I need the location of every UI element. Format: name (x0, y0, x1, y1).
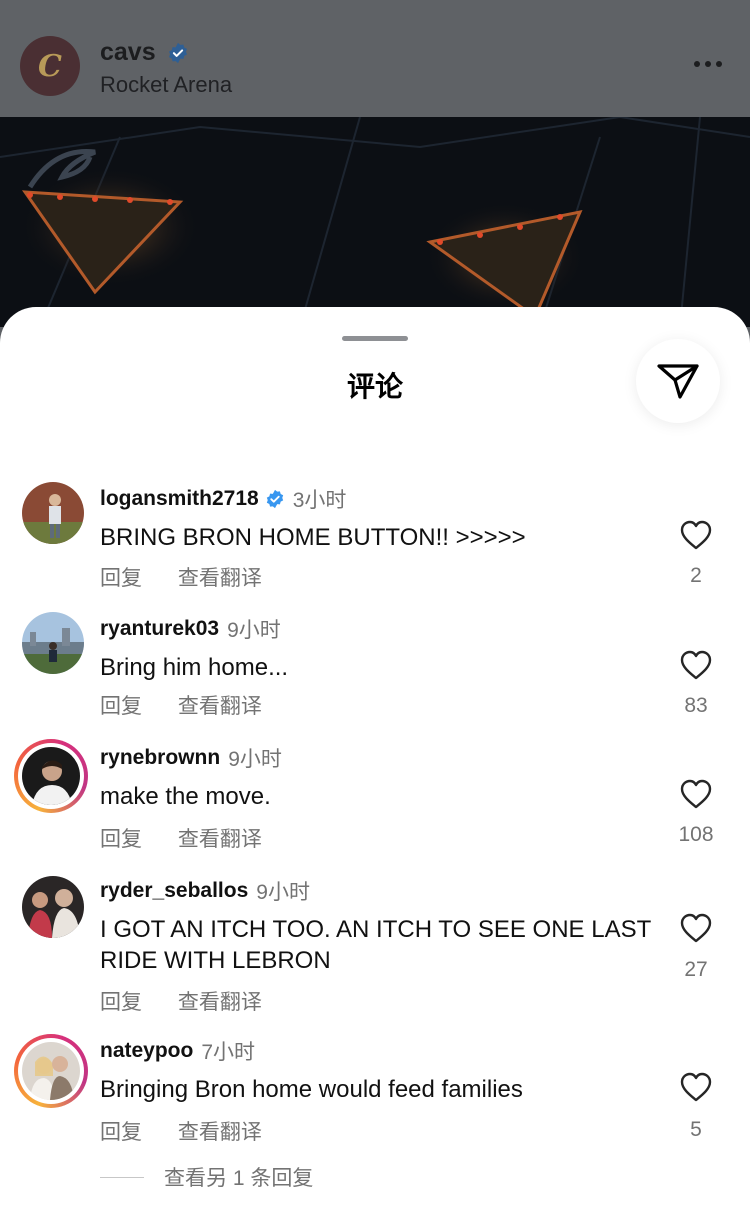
commenter-avatar[interactable] (22, 612, 84, 674)
verified-badge-icon (266, 489, 283, 509)
account-avatar[interactable]: C (20, 36, 80, 96)
translate-button[interactable]: 查看翻译 (178, 1121, 262, 1144)
comment-actions: 回复 查看翻译 (100, 690, 292, 720)
commenter-avatar-story-ring[interactable] (14, 739, 88, 813)
send-icon (657, 364, 699, 399)
comment-header: ryanturek03 9小时 (100, 614, 281, 644)
avatar-photo (22, 612, 84, 674)
post-header: C cavs Rocket Arena (0, 0, 750, 117)
avatar-photo (22, 482, 84, 544)
like-count: 83 (684, 694, 708, 717)
reply-button[interactable]: 回复 (100, 1121, 142, 1144)
comment-text: BRING BRON HOME BUTTON!! >>>>> (100, 524, 526, 551)
heart-icon[interactable] (680, 650, 712, 680)
commenter-avatar[interactable] (22, 876, 84, 938)
arena-image (0, 117, 750, 327)
comment-time: 3小时 (292, 489, 347, 512)
comment-actions: 回复 查看翻译 (100, 1116, 292, 1146)
like-count: 27 (684, 958, 708, 981)
view-more-replies-label: 查看另 1 条回复 (164, 1167, 314, 1190)
translate-button[interactable]: 查看翻译 (178, 567, 262, 590)
reply-button[interactable]: 回复 (100, 828, 142, 851)
comment-text: Bringing Bron home would feed families (100, 1076, 523, 1103)
post-location[interactable]: Rocket Arena (100, 72, 232, 98)
more-options-icon[interactable] (692, 52, 724, 76)
comment-text: Bring him home... (100, 654, 289, 681)
like-count: 2 (690, 564, 702, 587)
reply-button[interactable]: 回复 (100, 991, 142, 1014)
reply-button[interactable]: 回复 (100, 567, 142, 590)
comment-username[interactable]: nateypoo (100, 1039, 193, 1063)
avatar-photo (22, 747, 80, 805)
like-count: 5 (690, 1118, 702, 1141)
comment-actions: 回复 查看翻译 (100, 562, 292, 592)
comment-header: ryder_seballos 9小时 (100, 876, 310, 906)
comment-actions: 回复 查看翻译 (100, 986, 292, 1016)
comment-username[interactable]: logansmith2718 (100, 487, 259, 511)
comment-username[interactable]: ryanturek03 (100, 617, 219, 641)
comment-time: 7小时 (201, 1041, 256, 1064)
comment-time: 9小时 (227, 619, 281, 642)
like-count: 108 (678, 823, 714, 846)
commenter-avatar[interactable] (22, 482, 84, 544)
reply-button[interactable]: 回复 (100, 695, 142, 718)
comment-header: logansmith2718 3小时 (100, 484, 346, 514)
comment-actions: 回复 查看翻译 (100, 823, 292, 853)
comment-time: 9小时 (256, 881, 310, 904)
heart-icon[interactable] (680, 779, 712, 809)
translate-button[interactable]: 查看翻译 (178, 991, 262, 1014)
comment-username[interactable]: ryder_seballos (100, 879, 248, 903)
heart-icon[interactable] (680, 520, 712, 550)
sheet-drag-handle[interactable] (342, 336, 408, 341)
heart-icon[interactable] (680, 1072, 712, 1102)
comment-header: rynebrownn 9小时 (100, 743, 282, 773)
comment-text: I GOT AN ITCH TOO. AN ITCH TO SEE ONE LA… (100, 916, 651, 974)
share-button[interactable] (636, 339, 720, 423)
heart-icon[interactable] (680, 913, 712, 943)
avatar-photo (22, 876, 84, 938)
comment-header: nateypoo 7小时 (100, 1036, 255, 1066)
replies-divider (100, 1176, 144, 1178)
post-media[interactable] (0, 117, 750, 327)
view-more-replies-button[interactable]: 查看另 1 条回复 (100, 1162, 313, 1192)
comment-time: 9小时 (228, 748, 282, 771)
comment-text: make the move. (100, 783, 271, 810)
translate-button[interactable]: 查看翻译 (178, 695, 262, 718)
account-name[interactable]: cavs (100, 38, 156, 67)
avatar-logo-letter: C (38, 48, 62, 84)
verified-badge-icon (169, 42, 187, 64)
avatar-photo (22, 1042, 80, 1100)
commenter-avatar-story-ring[interactable] (14, 1034, 88, 1108)
translate-button[interactable]: 查看翻译 (178, 828, 262, 851)
comment-username[interactable]: rynebrownn (100, 746, 220, 770)
